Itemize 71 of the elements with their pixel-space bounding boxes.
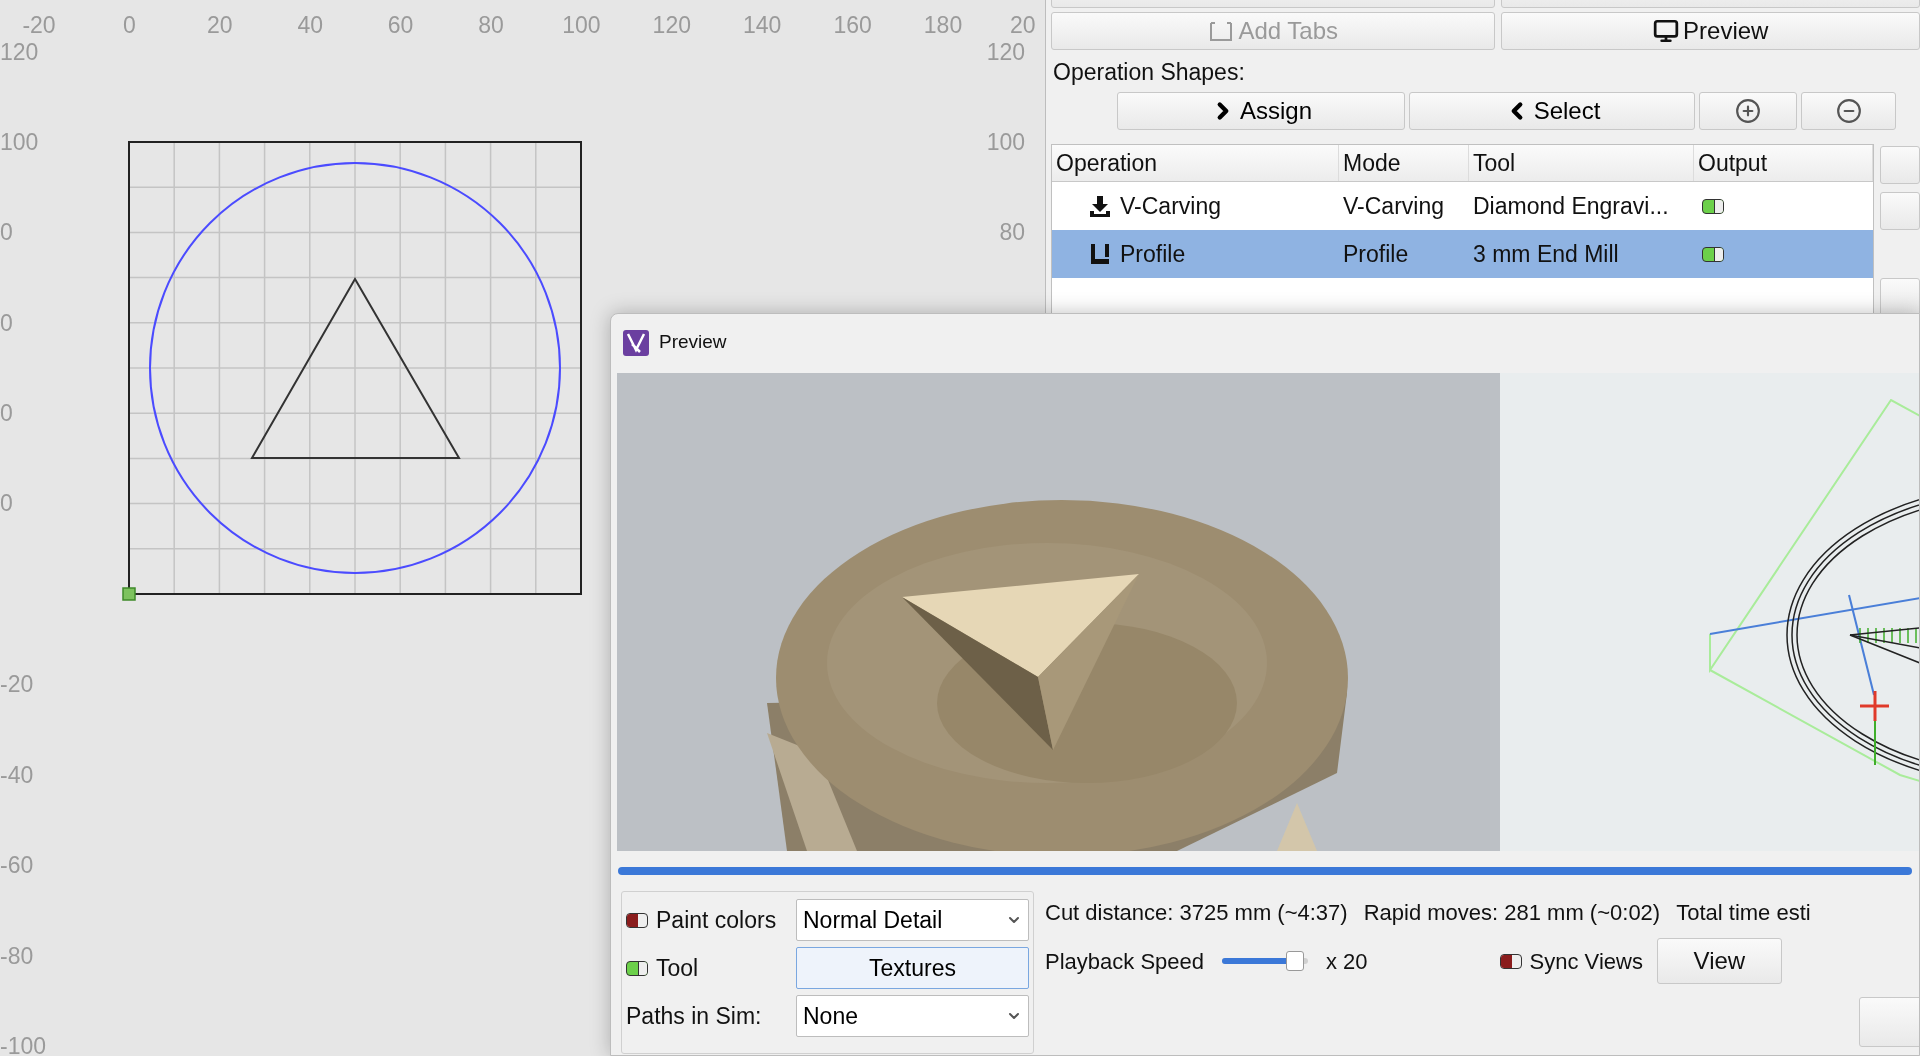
table-cell: Diamond Engravi... bbox=[1473, 192, 1669, 219]
table-cell: 3 mm End Mill bbox=[1473, 240, 1619, 267]
ruler-label: 20 bbox=[207, 12, 233, 38]
ruler-label: 20 bbox=[1010, 12, 1036, 38]
toggle-switch[interactable] bbox=[626, 912, 648, 928]
dropdown[interactable]: None bbox=[796, 995, 1029, 1037]
ruler-label: -40 bbox=[0, 762, 34, 788]
ruler-label: -20 bbox=[0, 671, 34, 697]
download-icon bbox=[1088, 194, 1112, 218]
option-label: Paths in Sim: bbox=[626, 1001, 762, 1031]
ruler-label: 120 bbox=[986, 39, 1025, 65]
origin-marker bbox=[122, 587, 136, 601]
ruler-label: 0 bbox=[0, 400, 13, 426]
table-row[interactable]: Profile Profile 3 mm End Mill bbox=[1052, 230, 1873, 278]
ruler-label: 0 bbox=[0, 310, 13, 336]
minus-icon bbox=[1835, 98, 1862, 124]
view-button[interactable]: View bbox=[1656, 938, 1782, 984]
toggle-switch[interactable] bbox=[1499, 953, 1522, 969]
speed-slider[interactable] bbox=[1222, 950, 1308, 972]
column-header[interactable]: Tool bbox=[1469, 145, 1694, 181]
table-cell: V-Carving bbox=[1343, 192, 1444, 219]
profile-icon bbox=[1088, 242, 1112, 266]
stat-text: Cut distance: 3725 mm (~4:37) bbox=[1045, 898, 1348, 927]
plus-icon bbox=[1735, 98, 1761, 124]
assign-button[interactable]: Assign bbox=[1117, 92, 1405, 130]
ruler-label: 0 bbox=[0, 490, 13, 516]
ruler-label: 140 bbox=[743, 12, 782, 38]
ruler-label: 100 bbox=[0, 129, 39, 155]
option-label: Tool bbox=[656, 953, 699, 983]
table-cell-text: Profile bbox=[1120, 239, 1186, 269]
ruler-label: -100 bbox=[0, 1033, 47, 1056]
window-title: Preview bbox=[659, 330, 727, 355]
ruler-label: -20 bbox=[22, 12, 56, 38]
ruler-label: -60 bbox=[0, 852, 34, 878]
ruler-label: 180 bbox=[923, 12, 963, 38]
slider-thumb[interactable] bbox=[1286, 951, 1305, 971]
ruler-label: -80 bbox=[0, 943, 34, 969]
select-button[interactable]: Select bbox=[1409, 92, 1695, 130]
app-logo-icon bbox=[623, 329, 649, 356]
sync-label: Sync Views bbox=[1529, 947, 1643, 976]
ruler-label: 160 bbox=[833, 12, 872, 38]
ruler-label: 0 bbox=[123, 12, 136, 38]
section-label: Operation Shapes: bbox=[1052, 57, 1246, 87]
ruler-label: 120 bbox=[652, 12, 691, 38]
stat-text: Total time esti bbox=[1676, 898, 1811, 927]
monitor-icon bbox=[1653, 18, 1680, 44]
remove-button[interactable] bbox=[1801, 92, 1896, 130]
textures-button[interactable]: Textures bbox=[796, 947, 1029, 989]
ruler-label: 120 bbox=[0, 39, 39, 65]
ruler-label: 100 bbox=[562, 12, 601, 38]
ruler-label: 100 bbox=[986, 129, 1025, 155]
column-header[interactable]: Mode bbox=[1339, 145, 1469, 181]
toggle-switch[interactable] bbox=[1702, 198, 1724, 214]
ruler-label: 80 bbox=[478, 12, 504, 38]
preview-button[interactable]: Preview bbox=[1501, 12, 1920, 50]
add-button[interactable] bbox=[1699, 92, 1797, 130]
speed-reading: x 20 bbox=[1326, 947, 1368, 976]
playback-label: Playback Speed bbox=[1045, 947, 1204, 976]
toggle-switch[interactable] bbox=[626, 960, 648, 976]
ruler-label: 0 bbox=[0, 219, 13, 245]
ruler-label: 80 bbox=[999, 219, 1025, 245]
ruler-label: 40 bbox=[297, 12, 323, 38]
table-cell: Profile bbox=[1343, 240, 1409, 267]
table-cell-text: V-Carving bbox=[1120, 191, 1221, 221]
stat-text: Rapid moves: 281 mm (~0:02) bbox=[1363, 898, 1661, 927]
ruler-label: 60 bbox=[387, 12, 414, 38]
toggle-switch[interactable] bbox=[1702, 246, 1724, 262]
column-header[interactable]: Operation bbox=[1052, 145, 1339, 181]
option-label: Paint colors bbox=[656, 905, 777, 935]
dropdown[interactable]: Normal Detail bbox=[796, 899, 1029, 941]
column-header[interactable]: Output bbox=[1694, 145, 1873, 181]
